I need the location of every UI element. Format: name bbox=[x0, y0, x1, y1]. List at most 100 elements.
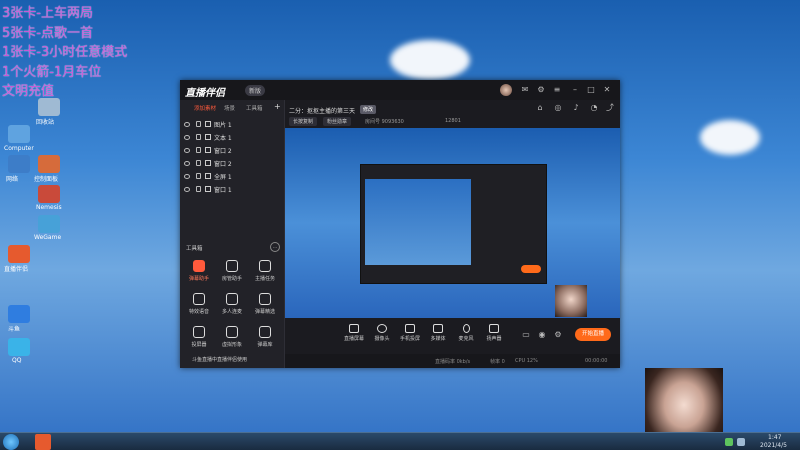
virtual-avatar-button[interactable]: 虚拟形象 bbox=[217, 326, 247, 356]
play-icon bbox=[433, 324, 443, 333]
network-tray-icon[interactable] bbox=[725, 438, 733, 446]
live-companion-window: 直播伴侣 新版 ✉ ⚙ ≡ – □ ✕ 添加素材 场景 工具箱 + 图片 1 文… bbox=[180, 80, 620, 368]
lock-icon[interactable] bbox=[196, 173, 201, 179]
visibility-icon[interactable] bbox=[184, 122, 190, 127]
douyu-icon[interactable] bbox=[8, 305, 30, 323]
source-row[interactable]: 窗口 2 bbox=[184, 159, 280, 170]
stream-title: 二分：抠抠主播的第三天 bbox=[289, 108, 356, 115]
gift-icon[interactable]: ⌂ bbox=[535, 103, 545, 113]
overlay-line-3: 1张卡-3小时任意模式 bbox=[2, 45, 128, 60]
skin-icon[interactable]: ✉ bbox=[520, 85, 530, 95]
streamer-task-button[interactable]: 主播任务 bbox=[250, 260, 280, 290]
source-row[interactable]: 全屏 1 bbox=[184, 172, 280, 183]
viewer-count: 12801 bbox=[445, 118, 461, 124]
desktop-icon-label: 回收站 bbox=[36, 119, 55, 126]
share-icon[interactable]: ⤴ bbox=[605, 103, 615, 113]
tab-add-source[interactable]: 添加素材 bbox=[194, 104, 216, 112]
camera-button[interactable]: 摄像头 bbox=[369, 324, 395, 342]
more-icon[interactable]: … bbox=[270, 242, 280, 252]
version-badge[interactable]: 新版 bbox=[245, 85, 266, 96]
minimize-icon[interactable]: – bbox=[570, 85, 580, 95]
record-icon[interactable]: ◎ bbox=[553, 103, 563, 113]
danmu-assistant-button[interactable]: 弹幕助手 bbox=[184, 260, 214, 290]
menu-icon[interactable]: ≡ bbox=[552, 85, 562, 95]
preview-canvas[interactable] bbox=[285, 128, 620, 318]
multimedia-button[interactable]: 多媒体 bbox=[425, 324, 451, 342]
computer-icon[interactable] bbox=[8, 125, 30, 143]
lock-icon[interactable] bbox=[196, 186, 201, 192]
room-manager-button[interactable]: 房管助手 bbox=[217, 260, 247, 290]
tab-scene[interactable]: 场景 bbox=[224, 104, 235, 112]
screen-capture-button[interactable]: 直播屏幕 bbox=[341, 324, 367, 342]
title-bar: 直播伴侣 新版 ✉ ⚙ ≡ – □ ✕ bbox=[180, 80, 620, 100]
live-companion-icon[interactable] bbox=[8, 245, 30, 263]
control-panel-icon[interactable] bbox=[38, 155, 60, 173]
lock-icon[interactable] bbox=[196, 121, 201, 127]
screen-icon bbox=[205, 173, 211, 179]
help-link[interactable]: 斗鱼直播中直播伴侣使用 bbox=[192, 356, 247, 363]
source-name: 全屏 1 bbox=[214, 174, 232, 181]
start-button[interactable] bbox=[3, 434, 19, 450]
source-row[interactable]: 文本 1 bbox=[184, 133, 280, 144]
qq-icon[interactable] bbox=[8, 338, 30, 356]
nemesis-icon[interactable] bbox=[38, 185, 60, 203]
copy-chip[interactable]: 长按复制 bbox=[289, 117, 318, 126]
taskbar-live-companion[interactable] bbox=[35, 434, 51, 450]
source-row[interactable]: 窗口 2 bbox=[184, 146, 280, 157]
overlay-line-4: 1个火箭-1月车位 bbox=[2, 65, 102, 80]
danmu-icon bbox=[193, 260, 205, 272]
visibility-icon[interactable] bbox=[184, 161, 190, 166]
multi-mic-button[interactable]: 多人连麦 bbox=[217, 293, 247, 323]
tool-label: 弹幕精选 bbox=[254, 309, 275, 315]
tool-label: 多人连麦 bbox=[221, 309, 242, 315]
volume-tray-icon[interactable] bbox=[737, 438, 745, 446]
microphone-icon bbox=[462, 324, 470, 333]
wegame-icon[interactable] bbox=[38, 215, 60, 233]
maximize-icon[interactable]: □ bbox=[586, 85, 596, 95]
bell-icon[interactable]: ◔ bbox=[589, 103, 599, 113]
speaker-button[interactable]: 扬声器 bbox=[481, 324, 507, 342]
phone-cast-button[interactable]: 手机投屏 bbox=[397, 324, 423, 342]
close-icon[interactable]: ✕ bbox=[602, 85, 612, 95]
projector-button[interactable]: 投屏器 bbox=[184, 326, 214, 356]
image-icon bbox=[205, 121, 211, 127]
source-row[interactable]: 图片 1 bbox=[184, 120, 280, 131]
visibility-icon[interactable] bbox=[184, 174, 190, 179]
tool-label: 特效语音 bbox=[188, 309, 209, 315]
gear-icon[interactable]: ⚙ bbox=[553, 330, 563, 340]
visibility-icon[interactable] bbox=[184, 135, 190, 140]
voice-effect-button[interactable]: 特效语音 bbox=[184, 293, 214, 323]
recycle-bin-icon[interactable] bbox=[38, 98, 60, 116]
settings-icon[interactable]: ⚙ bbox=[536, 85, 546, 95]
control-label: 直播屏幕 bbox=[343, 336, 364, 342]
left-tabs: 添加素材 场景 工具箱 + bbox=[180, 102, 284, 116]
record-video-icon[interactable]: ▭ bbox=[521, 330, 531, 340]
danmu-select-button[interactable]: 弹幕精选 bbox=[250, 293, 280, 323]
source-name: 窗口 2 bbox=[214, 161, 232, 168]
bitrate-status: 直播码率 0kb/s bbox=[435, 359, 471, 365]
desktop-icon-label: 直播伴侣 bbox=[4, 266, 29, 273]
toolbox-title: 工具箱 bbox=[186, 246, 203, 252]
nested-preview-canvas bbox=[365, 179, 471, 265]
danmu-library-button[interactable]: 弹幕库 bbox=[250, 326, 280, 356]
add-icon[interactable]: + bbox=[274, 102, 281, 111]
edit-title-button[interactable]: 修改 bbox=[360, 105, 377, 114]
webcam-thumbnail bbox=[555, 285, 587, 317]
start-live-button[interactable]: 开始直播 bbox=[575, 328, 611, 341]
microphone-button[interactable]: 麦克风 bbox=[453, 324, 479, 342]
clock-time[interactable]: 1:47 bbox=[768, 434, 781, 441]
network-icon[interactable] bbox=[8, 155, 30, 173]
avatar[interactable] bbox=[500, 84, 512, 96]
lock-icon[interactable] bbox=[196, 134, 201, 140]
visibility-icon[interactable] bbox=[184, 187, 190, 192]
lock-icon[interactable] bbox=[196, 160, 201, 166]
fan-badge-chip[interactable]: 粉丝勋章 bbox=[323, 117, 352, 126]
tab-toolbox[interactable]: 工具箱 bbox=[246, 104, 263, 112]
visibility-icon[interactable] bbox=[184, 148, 190, 153]
room-number: 房间号 9093630 bbox=[365, 119, 404, 125]
eye-icon[interactable]: ◉ bbox=[537, 330, 547, 340]
source-row[interactable]: 窗口 1 bbox=[184, 185, 280, 196]
clock-date[interactable]: 2021/4/5 bbox=[760, 442, 787, 449]
lock-icon[interactable] bbox=[196, 147, 201, 153]
notification-icon[interactable]: ♪ bbox=[571, 103, 581, 113]
